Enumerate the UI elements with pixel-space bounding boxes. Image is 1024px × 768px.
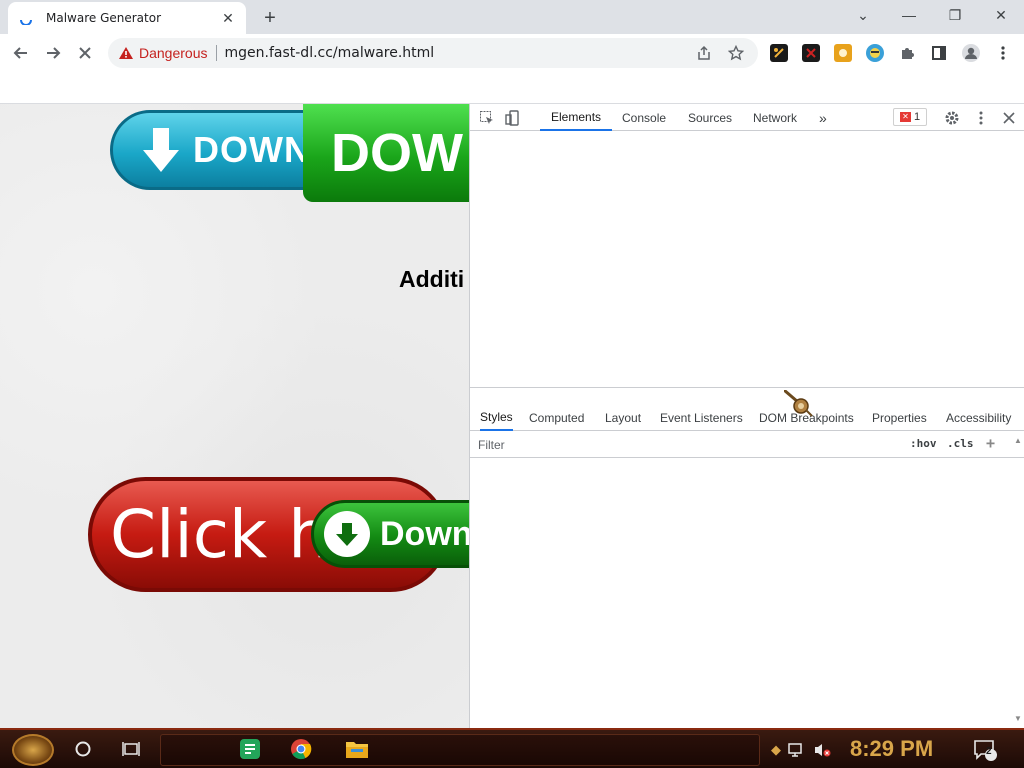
warning-triangle-icon xyxy=(119,47,133,59)
back-arrow-icon xyxy=(13,47,27,59)
forward-arrow-icon xyxy=(47,47,61,59)
scroll-up-arrow-icon[interactable]: ▲ xyxy=(1014,436,1022,445)
subtab-layout[interactable]: Layout xyxy=(605,405,641,431)
tab-title: Malware Generator xyxy=(46,11,162,25)
styles-filter-input[interactable]: Filter xyxy=(478,438,505,452)
forward-button[interactable] xyxy=(40,40,66,66)
devtools-close-icon[interactable] xyxy=(1000,109,1018,127)
notes-app-icon[interactable] xyxy=(237,736,263,762)
scroll-down-arrow-icon[interactable]: ▼ xyxy=(1014,714,1022,723)
download-circle-icon xyxy=(324,511,370,557)
down-arrow-icon xyxy=(143,128,179,172)
subtab-computed[interactable]: Computed xyxy=(529,405,584,431)
profile-avatar-icon[interactable] xyxy=(958,40,984,66)
action-center-icon[interactable]: 2 xyxy=(972,738,998,762)
volume-muted-icon[interactable] xyxy=(812,740,832,760)
web-page-viewport: DOWNL DOW Additi Click h Down xyxy=(0,104,469,728)
styles-filter-bar: Filter :hov .cls + xyxy=(470,432,1024,458)
task-view-icon[interactable] xyxy=(118,736,144,762)
devtools-menu-icon[interactable] xyxy=(972,109,990,127)
notification-count: 2 xyxy=(986,746,992,757)
browser-toolbar: Dangerous mgen.fast-dl.cc/malware.html xyxy=(0,34,1024,72)
bookmarks-bar xyxy=(0,72,1024,104)
more-tabs-icon[interactable]: » xyxy=(819,104,827,131)
extension-1-icon[interactable] xyxy=(770,44,788,62)
new-tab-button[interactable]: + xyxy=(258,6,282,30)
hover-state-toggle[interactable]: :hov xyxy=(910,437,937,450)
download-button-green-small[interactable]: Down xyxy=(311,500,469,568)
click-here-label: Click h xyxy=(110,496,331,573)
styles-pane-tabs: Styles Computed Layout Event Listeners D… xyxy=(470,405,1024,431)
address-bar[interactable]: Dangerous mgen.fast-dl.cc/malware.html xyxy=(108,38,758,68)
error-count-badge[interactable]: ✕ 1 xyxy=(893,108,927,126)
subtab-event-listeners[interactable]: Event Listeners xyxy=(660,405,743,431)
restore-button[interactable]: ❐ xyxy=(932,0,978,30)
devtools-tab-sources[interactable]: Sources xyxy=(688,104,732,131)
download-green-label: DOW xyxy=(331,123,463,183)
error-icon: ✕ xyxy=(899,112,911,122)
tab-strip: Malware Generator ✕ + ⌄ — ❐ ✕ xyxy=(0,0,1024,34)
device-toolbar-icon[interactable] xyxy=(504,109,522,127)
security-label: Dangerous xyxy=(139,45,208,61)
loading-spinner-icon xyxy=(18,10,34,26)
url-text[interactable]: mgen.fast-dl.cc/malware.html xyxy=(225,45,435,61)
tab-close-icon[interactable]: ✕ xyxy=(220,10,236,26)
inspect-element-icon[interactable] xyxy=(478,109,496,127)
extension-4-icon[interactable] xyxy=(866,44,884,62)
devtools-tab-console[interactable]: Console xyxy=(622,104,666,131)
network-icon[interactable] xyxy=(787,740,807,760)
download-small-label: Down xyxy=(380,514,469,553)
subtab-accessibility[interactable]: Accessibility xyxy=(946,405,1011,431)
additional-text-heading: Additi xyxy=(399,266,465,292)
subtab-styles[interactable]: Styles xyxy=(480,405,513,431)
cortana-search-icon[interactable] xyxy=(70,736,96,762)
browser-menu-icon[interactable] xyxy=(990,40,1016,66)
devtools-main-toolbar: Elements Console Sources Network » ✕ 1 xyxy=(470,104,1024,131)
taskbar-clock[interactable]: 8:29 PM xyxy=(850,736,933,762)
subtab-properties[interactable]: Properties xyxy=(872,405,927,431)
bookmark-star-icon[interactable] xyxy=(728,45,744,61)
back-button[interactable] xyxy=(8,40,34,66)
minimize-button[interactable]: — xyxy=(886,0,932,30)
file-explorer-icon[interactable] xyxy=(344,736,370,762)
close-window-button[interactable]: ✕ xyxy=(978,0,1024,30)
devtools-split-divider[interactable] xyxy=(470,387,1024,388)
new-style-rule-button[interactable]: + xyxy=(986,434,995,452)
site-security-indicator[interactable]: Dangerous xyxy=(118,45,217,61)
chrome-icon[interactable] xyxy=(288,736,314,762)
devtools-settings-gear-icon[interactable] xyxy=(943,109,961,127)
stop-loading-button[interactable] xyxy=(72,40,98,66)
devtools-panel: Elements Console Sources Network » ✕ 1 S… xyxy=(469,104,1024,728)
tray-overflow-icon[interactable]: ◆ xyxy=(766,740,786,760)
download-button-green-large[interactable]: DOW xyxy=(303,104,469,202)
browser-tab[interactable]: Malware Generator ✕ xyxy=(8,2,246,34)
start-button[interactable] xyxy=(12,734,54,766)
extension-2-icon[interactable] xyxy=(802,44,820,62)
class-toggle[interactable]: .cls xyxy=(947,437,974,450)
extensions-puzzle-icon[interactable] xyxy=(894,40,920,66)
error-count: 1 xyxy=(913,111,921,123)
custom-cursor-icon xyxy=(783,388,814,418)
windows-taskbar: ◆ 8:29 PM 2 xyxy=(0,728,1024,768)
tab-search-chevron-icon[interactable]: ⌄ xyxy=(840,0,886,30)
devtools-tab-elements[interactable]: Elements xyxy=(540,104,613,131)
side-panel-icon[interactable] xyxy=(926,40,952,66)
stop-icon xyxy=(79,47,91,59)
share-icon[interactable] xyxy=(696,45,712,61)
devtools-tab-network[interactable]: Network xyxy=(753,104,797,131)
extension-3-icon[interactable] xyxy=(834,44,852,62)
